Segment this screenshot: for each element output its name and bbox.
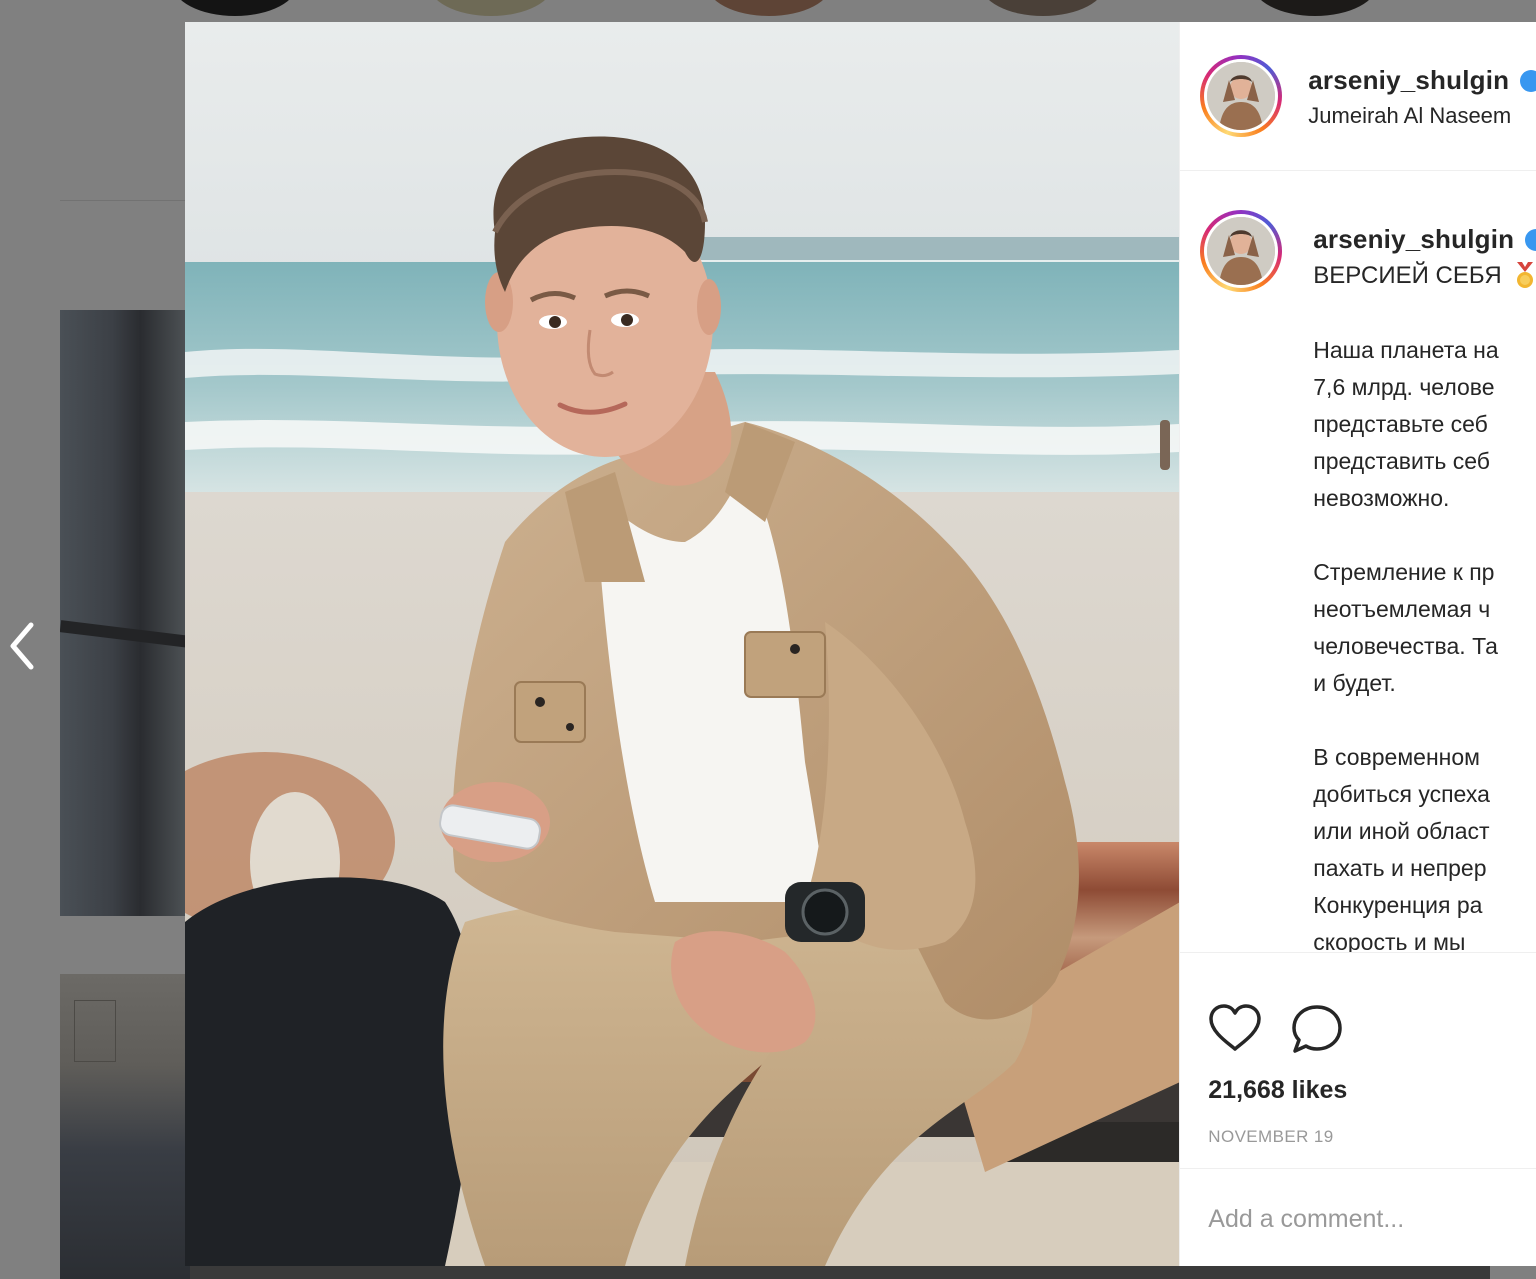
post-author-username[interactable]: arseniy_shulgin bbox=[1308, 65, 1509, 96]
caption-line: невозможно. bbox=[1313, 485, 1450, 511]
chevron-left-icon bbox=[10, 622, 34, 670]
caption-line: человечества. Та bbox=[1313, 633, 1498, 659]
caption-line: неотъемлемая ч bbox=[1313, 596, 1491, 622]
avatar-photo bbox=[1207, 217, 1276, 285]
avatar[interactable] bbox=[1200, 55, 1283, 137]
verified-badge-icon bbox=[1525, 229, 1536, 251]
caption-line: Конкуренция ра bbox=[1313, 892, 1483, 918]
background-story-avatar bbox=[1252, 0, 1378, 16]
caption-line: скорость и мы bbox=[1313, 929, 1466, 952]
caption-line: пахать и непрер bbox=[1313, 855, 1487, 881]
background-story-avatar bbox=[172, 0, 298, 16]
post-modal: arseniy_shulgin Jumeirah Al Naseem arsen… bbox=[185, 22, 1536, 1266]
caption-author-username[interactable]: arseniy_shulgin bbox=[1313, 224, 1514, 255]
caption-line: 7,6 млрд. челове bbox=[1313, 374, 1495, 400]
caption-line: или иной област bbox=[1313, 818, 1490, 844]
background-story-avatar bbox=[428, 0, 554, 16]
caption-line: Наша планета на bbox=[1313, 337, 1499, 363]
background-divider bbox=[60, 200, 190, 201]
caption-line: добиться успеха bbox=[1313, 781, 1490, 807]
background-post-thumbnail bbox=[60, 310, 190, 916]
caption-line: и будет. bbox=[1313, 670, 1396, 696]
post-photo bbox=[185, 22, 1180, 1266]
post-header: arseniy_shulgin Jumeirah Al Naseem bbox=[1180, 22, 1536, 171]
caption-line: представить себ bbox=[1313, 448, 1490, 474]
medal-emoji bbox=[1517, 262, 1534, 288]
background-story-avatar bbox=[706, 0, 832, 16]
post-date[interactable]: NOVEMBER 19 bbox=[1208, 1127, 1333, 1147]
heart-icon bbox=[1209, 1004, 1262, 1051]
like-count[interactable]: 21,668 likes bbox=[1208, 1076, 1347, 1105]
instagram-post-modal-page: arseniy_shulgin Jumeirah Al Naseem arsen… bbox=[0, 0, 1536, 1279]
post-sidebar: arseniy_shulgin Jumeirah Al Naseem arsen… bbox=[1179, 22, 1536, 1266]
caption-line: В современном bbox=[1313, 744, 1480, 770]
comment-button[interactable] bbox=[1290, 1003, 1344, 1060]
comment-icon bbox=[1292, 1005, 1343, 1053]
background-feed-strip bbox=[190, 1266, 1490, 1279]
post-actions: 21,668 likes NOVEMBER 19 bbox=[1180, 952, 1536, 1168]
comment-box bbox=[1180, 1168, 1536, 1266]
caption-first-line: ВЕРСИЕЙ СЕБЯ bbox=[1313, 262, 1502, 289]
post-location[interactable]: Jumeirah Al Naseem bbox=[1308, 103, 1511, 129]
caption-paragraph-gap bbox=[1313, 702, 1536, 739]
caption-line: представьте себ bbox=[1313, 411, 1488, 437]
caption-text: Наша планета на 7,6 млрд. челове представь… bbox=[1313, 332, 1536, 952]
avatar[interactable] bbox=[1200, 210, 1283, 292]
like-button[interactable] bbox=[1208, 1003, 1262, 1058]
background-story-avatar bbox=[980, 0, 1106, 16]
avatar-photo bbox=[1207, 62, 1276, 130]
previous-post-button[interactable] bbox=[0, 612, 44, 680]
caption-line: Стремление к пр bbox=[1313, 559, 1495, 585]
caption-paragraph-gap bbox=[1313, 517, 1536, 554]
verified-badge-icon bbox=[1520, 70, 1536, 92]
comment-input[interactable] bbox=[1208, 1205, 1519, 1234]
background-post-thumbnail bbox=[60, 974, 190, 1279]
